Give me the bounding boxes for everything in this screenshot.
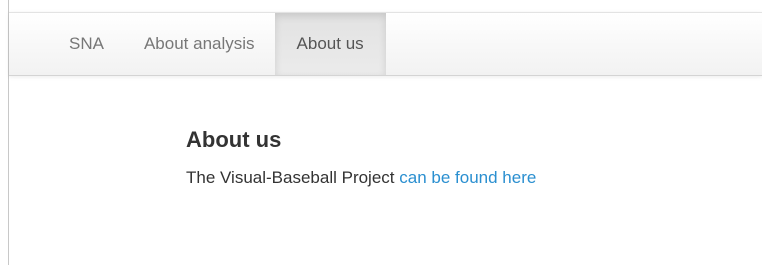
navbar: SNA About analysis About us [9,12,762,76]
page-title: About us [186,127,282,152]
nav-item-sna[interactable]: SNA [51,13,124,75]
nav-list: SNA About analysis About us [51,13,386,75]
nav-item-about-us[interactable]: About us [274,13,386,75]
project-description: The Visual-Baseball Project can be found… [186,167,536,189]
nav-item-about-analysis[interactable]: About analysis [124,13,275,75]
main-content: About us The Visual-Baseball Project can… [186,127,536,189]
project-description-text: The Visual-Baseball Project [186,168,395,187]
project-link[interactable]: can be found here [399,168,536,187]
